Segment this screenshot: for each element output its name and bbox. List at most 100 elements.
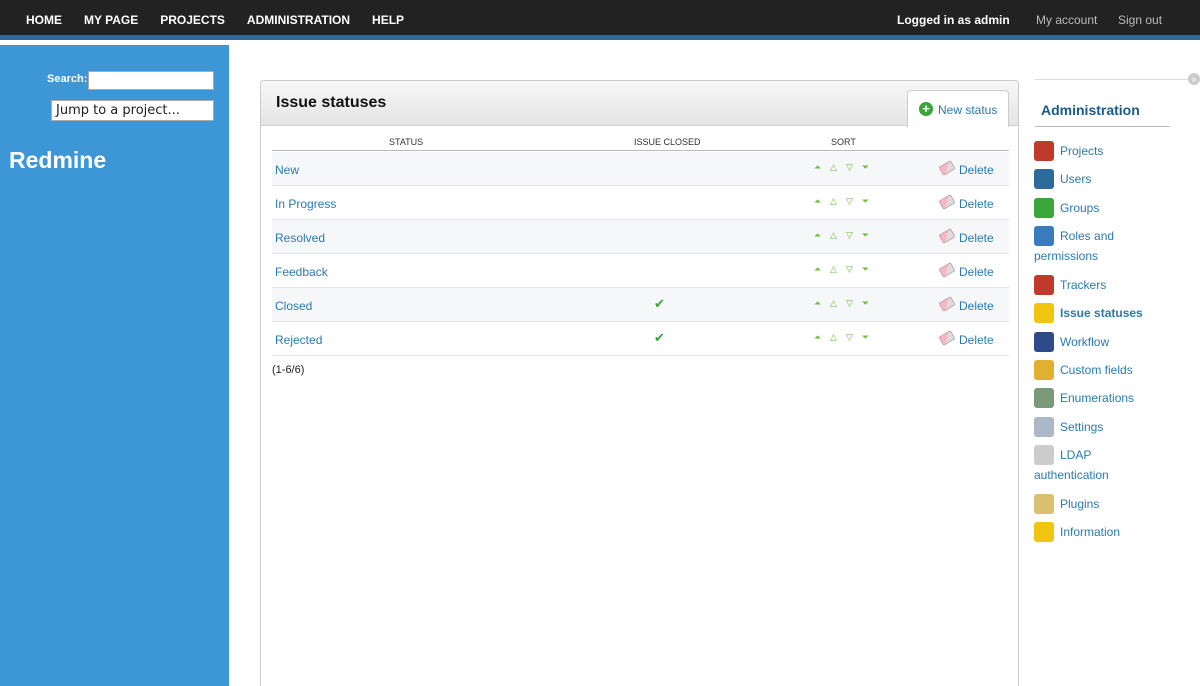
enumerations-icon: [1034, 388, 1054, 408]
sidebar-item-label: Custom fields: [1060, 363, 1133, 377]
delete-link[interactable]: Delete: [959, 197, 994, 211]
status-name-link[interactable]: Rejected: [275, 333, 322, 347]
sidebar-divider: [1035, 79, 1195, 80]
nav-my-page[interactable]: MY PAGE: [84, 13, 138, 27]
new-status-label[interactable]: New status: [938, 103, 997, 117]
column-sort: SORT: [831, 137, 856, 147]
move-bottom-icon[interactable]: ⏷: [860, 196, 871, 207]
sidebar-item-label: Issue statuses: [1060, 306, 1143, 320]
trackers-icon: [1034, 275, 1054, 295]
sort-controls: ⏶ △ ▽ ⏷: [812, 230, 871, 241]
delete-link[interactable]: Delete: [959, 265, 994, 279]
delete-link[interactable]: Delete: [959, 163, 994, 177]
delete-link[interactable]: Delete: [959, 231, 994, 245]
move-up-icon[interactable]: △: [828, 298, 839, 309]
move-down-icon[interactable]: ▽: [844, 196, 855, 207]
sidebar-item-label-line2: authentication: [1034, 468, 1109, 482]
table-header: STATUS ISSUE CLOSED SORT: [272, 135, 1009, 151]
move-up-icon[interactable]: △: [828, 264, 839, 275]
move-top-icon[interactable]: ⏶: [812, 196, 823, 207]
delete-link[interactable]: Delete: [959, 299, 994, 313]
sidebar-item-label: Roles and: [1060, 229, 1115, 243]
sidebar-item-label: Settings: [1060, 420, 1104, 434]
move-up-icon[interactable]: △: [828, 196, 839, 207]
custom-fields-icon: [1034, 360, 1054, 380]
nav-administration[interactable]: ADMINISTRATION: [247, 13, 350, 27]
sidebar-item-label: Workflow: [1060, 335, 1110, 349]
pagination: (1-6/6): [272, 364, 305, 376]
status-name-link[interactable]: New: [275, 163, 299, 177]
sign-out-link[interactable]: Sign out: [1118, 13, 1162, 27]
move-top-icon[interactable]: ⏶: [812, 264, 823, 275]
table-row: New ⏶ △ ▽ ⏷ Delete: [272, 152, 1009, 186]
move-down-icon[interactable]: ▽: [844, 162, 855, 173]
roles-icon: [1034, 226, 1054, 246]
move-top-icon[interactable]: ⏶: [812, 332, 823, 343]
eraser-icon: [938, 160, 956, 176]
column-status: STATUS: [389, 137, 424, 147]
sidebar-item-label: Trackers: [1060, 278, 1107, 292]
jump-to-project-select[interactable]: Jump to a project...: [51, 100, 214, 121]
status-name-link[interactable]: Feedback: [275, 265, 328, 279]
move-top-icon[interactable]: ⏶: [812, 298, 823, 309]
column-issue-closed: ISSUE CLOSED: [634, 137, 701, 147]
move-top-icon[interactable]: ⏶: [812, 230, 823, 241]
groups-icon: [1034, 198, 1054, 218]
eraser-icon: [938, 262, 956, 278]
new-status-button[interactable]: + New status: [907, 90, 1009, 127]
workflow-icon: [1034, 332, 1054, 352]
move-up-icon[interactable]: △: [828, 230, 839, 241]
sort-controls: ⏶ △ ▽ ⏷: [812, 196, 871, 207]
sidebar-item-label: Plugins: [1060, 497, 1100, 511]
nav-home[interactable]: HOME: [26, 13, 62, 27]
closed-check-icon: ✔: [654, 296, 665, 311]
eraser-icon: [938, 296, 956, 312]
content-box: Issue statuses + New status STATUS ISSUE…: [260, 80, 1019, 686]
sidebar-title: Administration: [1041, 102, 1140, 118]
move-up-icon[interactable]: △: [828, 162, 839, 173]
page-title: Issue statuses: [276, 94, 387, 111]
sidebar-title-rule: [1035, 126, 1170, 127]
sidebar-item-label: Groups: [1060, 201, 1100, 215]
move-bottom-icon[interactable]: ⏷: [860, 230, 871, 241]
table-row: Rejected ✔ ⏶ △ ▽ ⏷ Delete: [272, 322, 1009, 356]
projects-icon: [1034, 141, 1054, 161]
move-down-icon[interactable]: ▽: [844, 298, 855, 309]
sort-controls: ⏶ △ ▽ ⏷: [812, 162, 871, 173]
my-account-link[interactable]: My account: [1036, 13, 1097, 27]
delete-link[interactable]: Delete: [959, 333, 994, 347]
sidebar-item-label: Information: [1060, 525, 1121, 539]
status-name-link[interactable]: In Progress: [275, 197, 336, 211]
move-down-icon[interactable]: ▽: [844, 264, 855, 275]
box-header: Issue statuses + New status: [261, 81, 1018, 127]
nav-projects[interactable]: PROJECTS: [160, 13, 225, 27]
search-input[interactable]: [88, 71, 214, 90]
sidebar-item-label: Enumerations: [1060, 391, 1135, 405]
move-bottom-icon[interactable]: ⏷: [860, 298, 871, 309]
ldap-icon: [1034, 445, 1054, 465]
eraser-icon: [938, 330, 956, 346]
sidebar-item-label: Users: [1060, 172, 1092, 186]
table-row: In Progress ⏶ △ ▽ ⏷ Delete: [272, 186, 1009, 220]
search-label: Search:: [47, 73, 88, 85]
collapse-sidebar-icon[interactable]: »: [1188, 73, 1200, 85]
top-menu-bar: HOME MY PAGE PROJECTS ADMINISTRATION HEL…: [0, 0, 1200, 40]
nav-help[interactable]: HELP: [372, 13, 404, 27]
header-panel: Search: Jump to a project... Redmine: [0, 45, 229, 686]
sidebar-item-label-line2: permissions: [1034, 249, 1099, 263]
move-bottom-icon[interactable]: ⏷: [860, 264, 871, 275]
move-down-icon[interactable]: ▽: [844, 230, 855, 241]
move-bottom-icon[interactable]: ⏷: [860, 162, 871, 173]
users-icon: [1034, 169, 1054, 189]
sort-controls: ⏶ △ ▽ ⏷: [812, 298, 871, 309]
move-up-icon[interactable]: △: [828, 332, 839, 343]
move-bottom-icon[interactable]: ⏷: [860, 332, 871, 343]
status-name-link[interactable]: Closed: [275, 299, 312, 313]
top-nav: HOME MY PAGE PROJECTS ADMINISTRATION HEL…: [26, 13, 404, 27]
status-name-link[interactable]: Resolved: [275, 231, 325, 245]
settings-icon: [1034, 417, 1054, 437]
eraser-icon: [938, 228, 956, 244]
plugins-icon: [1034, 494, 1054, 514]
move-top-icon[interactable]: ⏶: [812, 162, 823, 173]
move-down-icon[interactable]: ▽: [844, 332, 855, 343]
